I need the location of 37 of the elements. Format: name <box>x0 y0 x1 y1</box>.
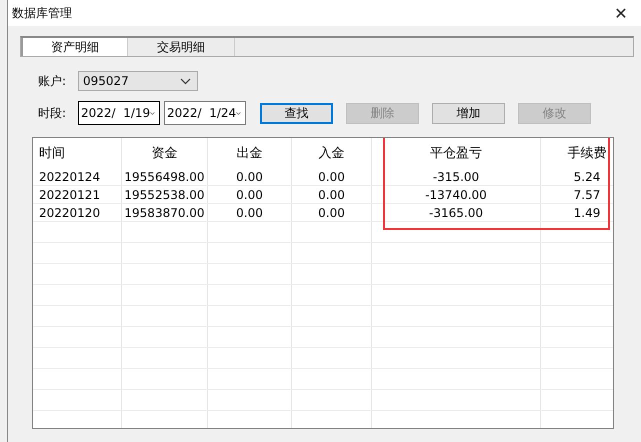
account-label: 账户: <box>38 72 68 90</box>
table-cell: -315.00 <box>432 170 480 184</box>
chevron-down-icon <box>150 110 155 116</box>
table-cell: 19556498.00 <box>124 170 205 184</box>
column-header: 入金 <box>318 146 344 161</box>
table-cell: 20220124 <box>39 170 100 184</box>
tab[interactable]: 资产明细 <box>21 38 128 56</box>
table-cell: 7.57 <box>574 188 600 202</box>
table-cell: 0.00 <box>318 206 345 220</box>
table-cell: 20220120 <box>39 206 100 220</box>
table-cell: -13740.00 <box>425 188 487 202</box>
chevron-down-icon <box>180 78 191 84</box>
table-cell: 0.00 <box>318 188 345 202</box>
column-header: 平仓盈亏 <box>430 146 482 161</box>
close-button[interactable]: ✕ <box>601 0 641 26</box>
table-cell: 20220121 <box>39 188 100 202</box>
window-title: 数据库管理 <box>12 4 72 22</box>
table-cell: 1.49 <box>574 206 600 220</box>
table-cell: 0.00 <box>236 188 263 202</box>
table-cell: -3165.00 <box>429 206 483 220</box>
table-cell: 5.24 <box>574 170 600 184</box>
action-button[interactable]: 增加 <box>432 102 505 124</box>
account-dropdown[interactable]: 095027 <box>78 71 198 91</box>
table-cell: 0.00 <box>236 206 263 220</box>
table-cell: 19583870.00 <box>124 206 205 220</box>
table-cell: 0.00 <box>236 170 263 184</box>
table-cell: 19552538.00 <box>124 188 205 202</box>
table-cell: 0.00 <box>318 170 345 184</box>
column-header: 手续费 <box>568 146 606 161</box>
column-header: 出金 <box>236 146 262 161</box>
period-label: 时段: <box>38 104 68 122</box>
action-button[interactable]: 查找 <box>260 102 333 124</box>
chevron-down-icon <box>236 110 241 116</box>
column-header: 资金 <box>152 146 178 161</box>
column-header: 时间 <box>39 146 65 161</box>
date-picker[interactable]: 2022/ 1/19 <box>78 101 160 125</box>
date-picker[interactable]: 2022/ 1/24 <box>164 101 246 125</box>
